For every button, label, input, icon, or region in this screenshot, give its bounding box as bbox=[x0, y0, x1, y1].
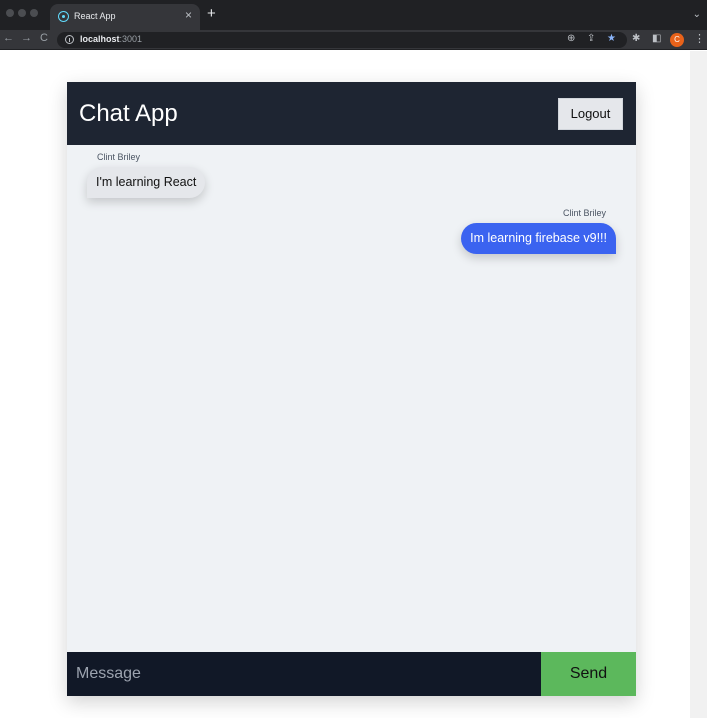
reload-icon[interactable]: C bbox=[40, 32, 48, 44]
browser-tab[interactable]: React App × bbox=[50, 4, 200, 30]
browser-menu-icon[interactable]: ⋮ bbox=[694, 32, 705, 45]
browser-toolbar: ← → C localhost:3001 ⊕ ⇪ ★ ✱ ◧ C ⋮ bbox=[0, 30, 707, 50]
new-tab-icon[interactable]: + bbox=[207, 6, 216, 22]
tab-search-chevron-icon[interactable]: ⌄ bbox=[693, 9, 701, 20]
tab-title: React App bbox=[74, 11, 116, 21]
logout-button[interactable]: Logout bbox=[558, 98, 623, 130]
chat-app: Chat App Logout Clint Briley I'm learnin… bbox=[67, 82, 636, 696]
message-list[interactable]: Clint Briley I'm learning React Clint Br… bbox=[67, 145, 636, 652]
page-scrollbar[interactable] bbox=[690, 51, 707, 718]
bookmark-star-icon[interactable]: ★ bbox=[607, 33, 616, 44]
message-sent: Clint Briley Im learning firebase v9!!! bbox=[416, 208, 616, 254]
window-close-control[interactable] bbox=[6, 9, 14, 17]
address-bar[interactable]: localhost:3001 ⊕ ⇪ ★ bbox=[57, 32, 627, 48]
url-host: localhost bbox=[80, 34, 120, 44]
message-author: Clint Briley bbox=[562, 208, 606, 218]
back-arrow-icon[interactable]: ← bbox=[3, 32, 14, 44]
url-port: :3001 bbox=[119, 34, 143, 44]
window-minimize-control[interactable] bbox=[18, 9, 26, 17]
send-button[interactable]: Send bbox=[541, 652, 636, 696]
forward-arrow-icon[interactable]: → bbox=[21, 32, 32, 44]
browser-tab-bar: React App × + ⌄ bbox=[0, 0, 707, 30]
app-navbar: Chat App Logout bbox=[67, 82, 636, 145]
extensions-icon[interactable]: ✱ bbox=[632, 33, 640, 44]
side-panel-icon[interactable]: ◧ bbox=[652, 33, 661, 44]
message-input[interactable] bbox=[67, 652, 541, 696]
url-text: localhost:3001 bbox=[80, 34, 142, 44]
tab-close-icon[interactable]: × bbox=[185, 8, 192, 22]
message-composer: Send bbox=[67, 652, 636, 696]
message-bubble: I'm learning React bbox=[87, 167, 206, 198]
message-author: Clint Briley bbox=[97, 152, 141, 162]
message-bubble: Im learning firebase v9!!! bbox=[461, 223, 616, 254]
app-title: Chat App bbox=[79, 100, 178, 127]
profile-avatar[interactable]: C bbox=[670, 33, 684, 47]
site-info-icon[interactable] bbox=[65, 35, 74, 44]
share-icon[interactable]: ⇪ bbox=[587, 33, 595, 44]
react-favicon-icon bbox=[58, 11, 69, 22]
window-zoom-control[interactable] bbox=[30, 9, 38, 17]
zoom-icon[interactable]: ⊕ bbox=[567, 33, 575, 44]
message-received: Clint Briley I'm learning React bbox=[87, 152, 206, 198]
